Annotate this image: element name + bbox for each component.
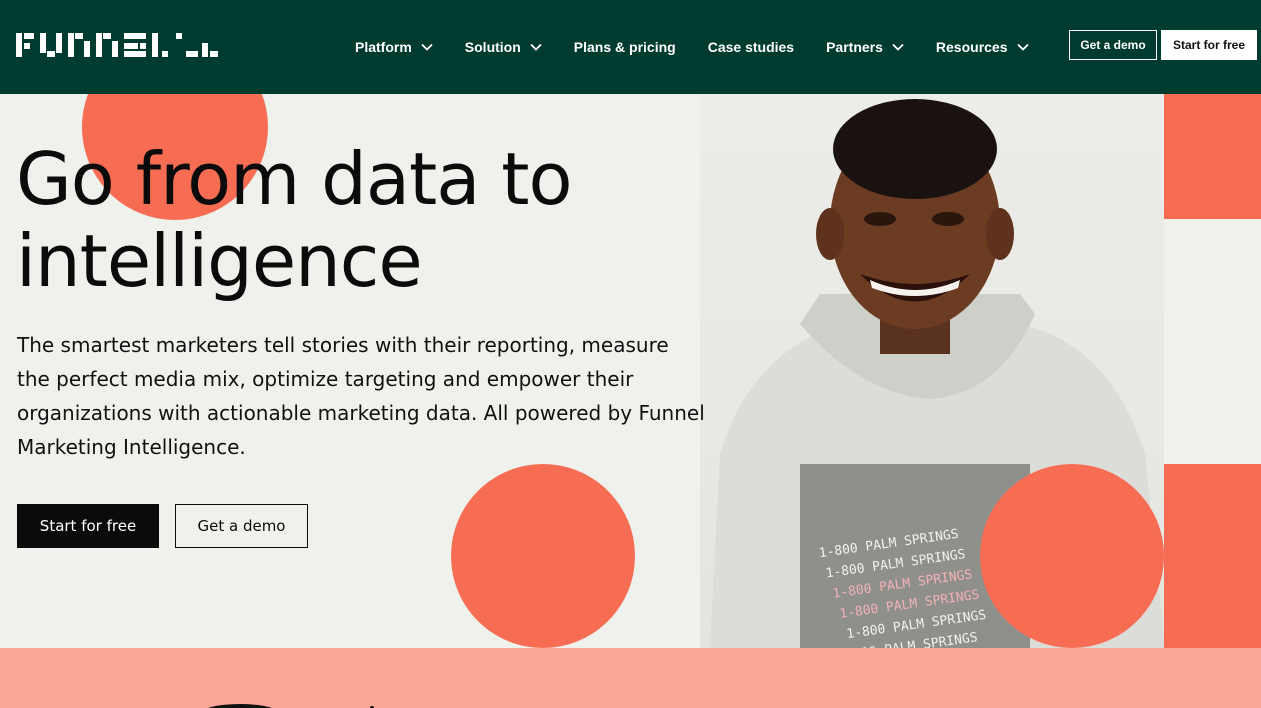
nav-start-free-button[interactable]: Start for free xyxy=(1161,30,1257,60)
nav-item-label: Partners xyxy=(826,39,883,55)
main-menu: Platform Solution Plans & pricing Case s… xyxy=(339,0,1045,94)
hero-headline: Go from data to intelligence xyxy=(16,138,696,302)
top-navigation: Platform Solution Plans & pricing Case s… xyxy=(0,0,1261,94)
nav-item-label: Case studies xyxy=(707,39,795,55)
nav-item-case-studies[interactable]: Case studies xyxy=(692,27,810,67)
decorative-circle xyxy=(451,464,635,648)
nav-item-resources[interactable]: Resources xyxy=(920,27,1045,67)
nav-item-plans-pricing[interactable]: Plans & pricing xyxy=(558,27,692,67)
nav-item-label: Plans & pricing xyxy=(573,39,676,55)
page: Platform Solution Plans & pricing Case s… xyxy=(0,0,1261,708)
nav-item-partners[interactable]: Partners xyxy=(810,27,920,67)
start-for-free-button[interactable]: Start for free xyxy=(17,504,159,548)
next-section-graphic xyxy=(200,704,280,708)
chevron-down-icon xyxy=(1016,43,1029,51)
funnel-logo[interactable] xyxy=(16,31,218,59)
nav-get-demo-button[interactable]: Get a demo xyxy=(1069,30,1157,60)
headline-line: intelligence xyxy=(16,219,423,303)
nav-item-label: Solution xyxy=(464,39,521,55)
nav-item-platform[interactable]: Platform xyxy=(339,27,449,67)
decorative-circle xyxy=(980,464,1164,648)
chevron-down-icon xyxy=(530,43,542,51)
hero-section: 1-800 PALM SPRINGS 1-800 PALM SPRINGS 1-… xyxy=(0,94,1261,648)
hero-description: The smartest marketers tell stories with… xyxy=(17,333,705,459)
nav-item-label: Resources xyxy=(935,39,1008,55)
decorative-square xyxy=(1164,464,1261,648)
decorative-square xyxy=(1164,94,1261,219)
headline-line: Go from data to xyxy=(16,137,573,221)
get-a-demo-button[interactable]: Get a demo xyxy=(175,504,308,548)
nav-item-solution[interactable]: Solution xyxy=(449,27,558,67)
chevron-down-icon xyxy=(421,43,433,51)
next-section xyxy=(0,648,1261,708)
nav-item-label: Platform xyxy=(355,39,412,55)
chevron-down-icon xyxy=(892,43,904,51)
